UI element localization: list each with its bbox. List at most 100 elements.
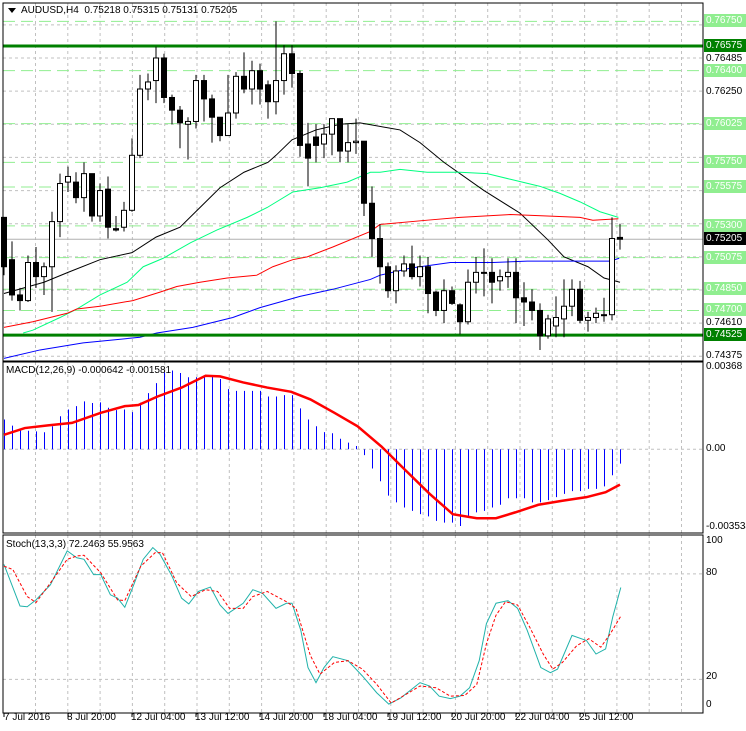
candle-body [361, 140, 367, 204]
candle-body [305, 143, 311, 159]
macd-axis-label: 0.00 [706, 443, 726, 454]
time-axis-label: 14 Jul 20:00 [259, 712, 314, 723]
candle-body [577, 288, 583, 321]
candle-body [529, 301, 535, 311]
candle [385, 262, 391, 298]
dropdown-triangle-icon[interactable] [8, 7, 16, 13]
candle [393, 265, 399, 304]
candle [9, 241, 15, 301]
candle-body [201, 80, 207, 100]
candle-body [321, 133, 327, 145]
candle [601, 297, 607, 322]
candle [529, 289, 535, 321]
candle [129, 138, 135, 212]
candle-body [417, 266, 423, 278]
candle-body [457, 304, 463, 323]
level-price-label: 0.76750 [704, 14, 746, 28]
time-axis-label: 20 Jul 20:00 [451, 712, 506, 723]
candle [489, 258, 495, 304]
candle-body [393, 270, 399, 292]
candle [25, 255, 31, 302]
stoch-title: Stoch(13,3,3) 72.2463 55.9563 [6, 539, 144, 550]
price-tick-label: 0.76250 [706, 85, 743, 97]
stoch-axis-label: 0 [706, 699, 712, 710]
time-axis-label: 22 Jul 04:00 [515, 712, 570, 723]
candle-body [273, 80, 279, 103]
chart-header: AUDUSD,H4 0.75218 0.75315 0.75131 0.7520… [8, 5, 237, 16]
candle-body [313, 136, 319, 146]
candle-body [537, 309, 543, 337]
candle-body [297, 73, 303, 146]
candle-body [161, 57, 167, 98]
candle [249, 60, 255, 105]
stoch-axis-label: 20 [706, 671, 718, 682]
macd-axis-label: 0.00368 [706, 361, 743, 372]
candle-body [545, 318, 551, 337]
time-axis-label: 7 Jul 2016 [4, 712, 51, 723]
candle-body [105, 188, 111, 228]
stoch-main-line [3, 546, 622, 705]
candle-body [377, 238, 383, 268]
candle [609, 217, 615, 321]
candle-body [233, 75, 239, 114]
candle [417, 255, 423, 287]
candle-body [49, 221, 55, 268]
time-axis-label: 12 Jul 04:00 [131, 712, 186, 723]
stoch-axis-label: 100 [706, 535, 723, 546]
candle-body [505, 271, 511, 278]
macd-title: MACD(12,26,9) -0.000642 -0.001581 [6, 365, 172, 376]
candle [185, 117, 191, 160]
level-price-label: 0.75300 [704, 218, 746, 232]
candle [73, 172, 79, 204]
candle [137, 74, 143, 159]
candle [201, 74, 207, 122]
candle-body [489, 271, 495, 283]
candle-body [481, 271, 487, 274]
candle [81, 162, 87, 212]
candle [433, 290, 439, 317]
candle-body [33, 262, 39, 278]
candle-body [465, 281, 471, 323]
candle [161, 53, 167, 104]
time-axis-label: 25 Jul 12:00 [579, 712, 634, 723]
candle-body [617, 236, 623, 240]
candle-body [601, 314, 607, 317]
candle [513, 258, 519, 324]
level-price-label: 0.76025 [704, 116, 746, 130]
candle [33, 246, 39, 288]
candle [441, 279, 447, 324]
candle-body [425, 266, 431, 295]
candle-body [473, 271, 479, 283]
candle-body [57, 183, 63, 223]
candle-body [265, 84, 271, 103]
candle [193, 74, 199, 129]
candle [97, 183, 103, 222]
candle-body [433, 291, 439, 311]
candle [361, 140, 367, 216]
candle [561, 279, 567, 338]
candle-body [121, 209, 127, 228]
candle [209, 94, 215, 143]
time-axis-label: 13 Jul 12:00 [195, 712, 250, 723]
candle [57, 173, 63, 238]
candle-body [81, 173, 87, 199]
level-price-label: 0.74850 [704, 282, 746, 296]
candle [49, 211, 55, 312]
symbol-label: AUDUSD,H4 [21, 5, 79, 16]
candle-body [329, 118, 335, 135]
candle [401, 255, 407, 277]
candle-body [585, 317, 591, 321]
candle-body [193, 80, 199, 122]
level-price-label: 0.75750 [704, 155, 746, 169]
candle-body [25, 262, 31, 302]
candle-body [441, 290, 447, 311]
current-price-label: 0.75205 [704, 232, 746, 246]
candle [505, 258, 511, 288]
level-price-label: 0.75075 [704, 250, 746, 264]
candle-body [353, 140, 359, 144]
candle-body [497, 276, 503, 282]
candle-body [137, 88, 143, 156]
candle [65, 166, 71, 192]
candle [17, 287, 23, 311]
candle [369, 186, 375, 257]
